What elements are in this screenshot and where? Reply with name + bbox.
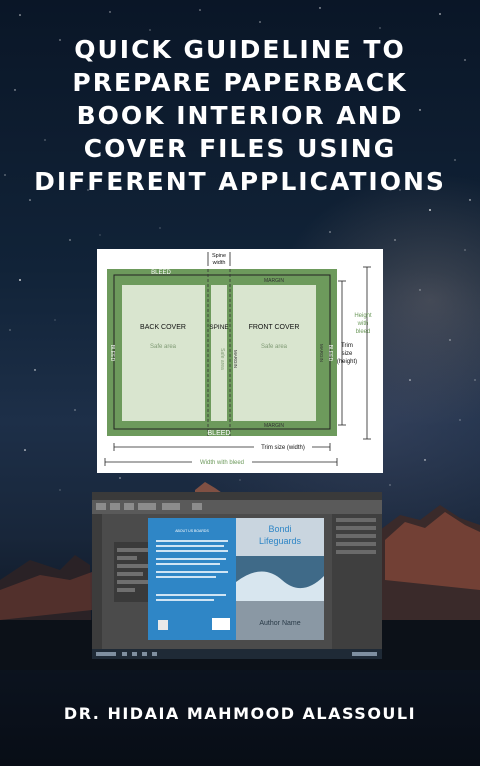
trim-size-width-label: Trim size (width) [261,445,305,451]
left-bleed-label: BLEED [109,345,115,362]
spine-label: SPINE [209,324,229,331]
app-menubar [92,492,382,500]
front-cover-title-line-1: Bondi [268,524,291,534]
right-bleed-label: BLEED [327,345,333,362]
tools-panel [92,514,102,649]
back-cover-heading: ABOUT US BOARDS [175,529,209,533]
margin-label-bottom: MARGIN [264,423,284,429]
front-cover-label: FRONT COVER [249,324,300,331]
trim-size-height-label-2: size [342,351,353,357]
spine-width-label-1: Spine [212,253,226,259]
trim-size-height-label-3: (height) [337,359,357,365]
front-cover-author: Author Name [259,620,300,627]
width-with-bleed-label: Width with bleed [200,460,244,466]
front-cover-safe-area [233,285,316,421]
trim-size-height-label-1: Trim [341,343,353,349]
front-safe-area-label: Safe area [261,344,288,350]
back-cover-safe-area [122,285,205,421]
spine-safe-area-label: Safe area [219,348,225,370]
author-name: DR. HIDAIA MAHMOOD ALASSOULI [63,704,417,723]
back-cover-label: BACK COVER [140,324,186,331]
bleed-label-top: BLEED [151,270,171,276]
height-with-bleed-label-2: with [357,321,369,327]
margin-label-top: MARGIN [264,278,284,284]
right-margin-label: MARGIN [319,344,324,362]
book-title: QUICK GUIDELINE TO PREPARE PAPERBACK BOO… [34,35,446,196]
front-cover-title-line-2: Lifeguards [259,536,302,546]
back-safe-area-label: Safe area [150,344,177,350]
height-with-bleed-label-1: Height [354,313,372,319]
bleed-label-bottom: BLEED [208,430,231,437]
spine-margin-label: MARGIN [233,350,238,368]
height-with-bleed-label-3: bleed [356,329,371,335]
cover-layout-diagram: BLEED BLEED MARGIN MARGIN BACK COVER SPI… [97,249,383,473]
application-screenshot: ABOUT US BOARDS Bondi Lifeguards Author … [92,492,382,659]
spine-width-label-2: width [212,260,226,266]
app-toolbar [92,500,382,514]
